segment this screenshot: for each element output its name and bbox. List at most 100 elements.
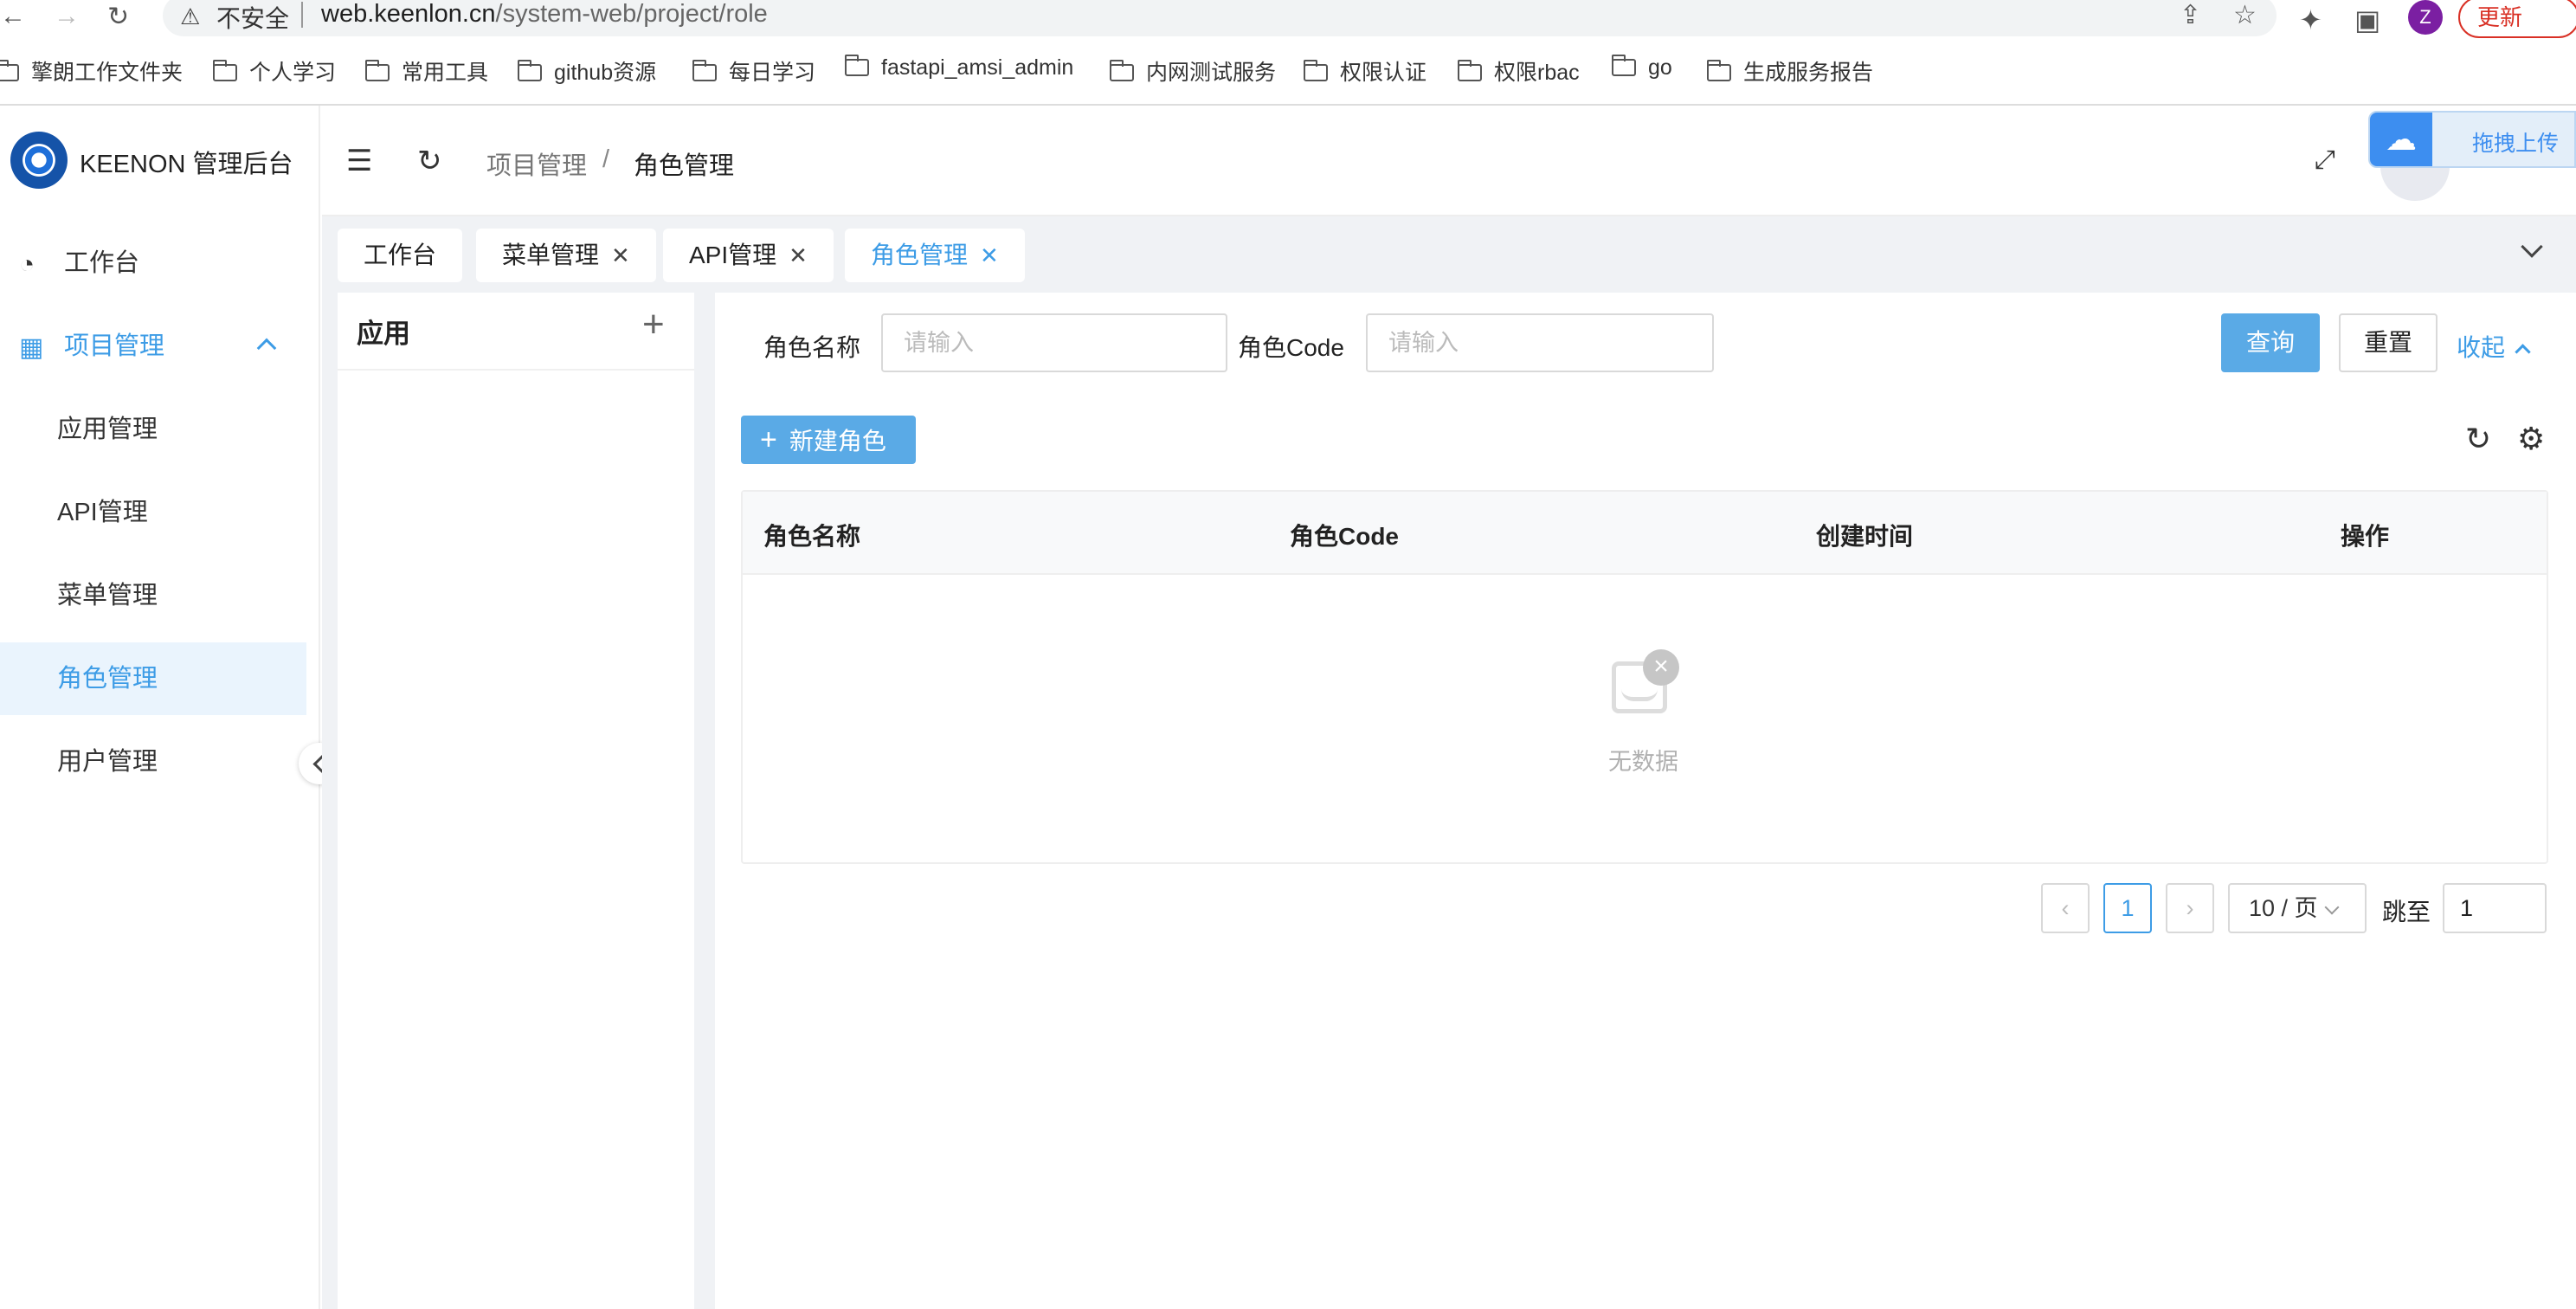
update-button[interactable]: 更新 bbox=[2458, 0, 2576, 38]
folder-icon bbox=[845, 55, 869, 76]
tab-label: 角色管理 bbox=[871, 242, 969, 268]
close-icon[interactable]: ✕ bbox=[789, 242, 808, 268]
folder-icon bbox=[692, 60, 717, 81]
roles-table: 角色名称 角色Code 创建时间 操作 × 无数据 bbox=[741, 490, 2548, 864]
jump-label: 跳至 bbox=[2382, 899, 2431, 925]
bookmark-folder[interactable]: 个人学习 bbox=[213, 55, 336, 87]
sidebar-item-roles[interactable]: 角色管理 bbox=[0, 642, 306, 715]
bookmark-folder[interactable]: github资源 bbox=[518, 55, 656, 87]
bookmark-label: go bbox=[1648, 55, 1672, 80]
bookmark-label: 擎朗工作文件夹 bbox=[31, 61, 184, 85]
breadcrumb-parent[interactable]: 项目管理 bbox=[486, 145, 587, 182]
reset-button[interactable]: 重置 bbox=[2339, 313, 2438, 372]
empty-x-icon: × bbox=[1643, 649, 1679, 686]
sidepanel-icon[interactable]: ▣ bbox=[2354, 3, 2380, 36]
grid-icon: ▦ bbox=[19, 333, 44, 362]
settings-gear-icon[interactable]: ⚙ bbox=[2517, 421, 2545, 457]
collapse-filters-button[interactable]: 收起 bbox=[2457, 329, 2531, 364]
bookmark-label: 生成服务报告 bbox=[1743, 61, 1874, 85]
back-icon[interactable]: ← bbox=[0, 2, 26, 31]
new-role-button[interactable]: + 新建角色 bbox=[741, 416, 916, 464]
tab-label: 工作台 bbox=[364, 242, 437, 268]
bookmarks-bar: 擎朗工作文件夹 个人学习 常用工具 github资源 每日学习 fastapi_… bbox=[0, 52, 2576, 90]
menu-fold-icon[interactable]: ☰ bbox=[346, 144, 372, 178]
extensions-icon[interactable]: ✦ bbox=[2299, 3, 2322, 36]
bookmark-label: fastapi_amsi_admin bbox=[881, 55, 1074, 80]
chevron-up-icon bbox=[256, 338, 277, 358]
upload-widget[interactable]: ☁ 拖拽上传 bbox=[2368, 111, 2576, 168]
bookmark-label: 权限认证 bbox=[1340, 61, 1427, 85]
profile-avatar[interactable]: Z bbox=[2408, 0, 2443, 35]
address-bar[interactable]: ⚠ 不安全 web.keenlon.cn/system-web/project/… bbox=[163, 0, 2277, 36]
tabs-bar: 工作台 菜单管理 ✕ API管理 ✕ 角色管理 ✕ bbox=[322, 216, 2576, 291]
folder-icon bbox=[518, 60, 542, 81]
tab-dashboard[interactable]: 工作台 bbox=[338, 229, 463, 282]
collapse-label: 收起 bbox=[2457, 334, 2506, 361]
page-number[interactable]: 1 bbox=[2103, 883, 2152, 933]
sidebar-item-menus[interactable]: 菜单管理 bbox=[0, 559, 306, 632]
forward-icon[interactable]: → bbox=[54, 2, 80, 31]
bookmark-folder[interactable]: 权限rbac bbox=[1458, 55, 1580, 87]
app-panel: 应用 + bbox=[338, 293, 694, 1309]
share-icon[interactable]: ⇪ bbox=[2180, 0, 2201, 30]
sidebar-group-project[interactable]: ▦ 项目管理 bbox=[0, 310, 306, 383]
bookmark-folder[interactable]: 权限认证 bbox=[1304, 55, 1426, 87]
close-icon[interactable]: ✕ bbox=[980, 242, 999, 268]
tab-roles[interactable]: 角色管理 ✕ bbox=[845, 229, 1025, 282]
fullscreen-icon[interactable]: ⤢ bbox=[2315, 145, 2335, 175]
sidebar-item-api[interactable]: API管理 bbox=[0, 476, 306, 549]
role-panel: 角色名称 请输入 角色Code 请输入 查询 重置 收起 + 新建角色 ↻ ⚙ 角… bbox=[715, 293, 2576, 1309]
folder-icon bbox=[1612, 55, 1636, 76]
page-size-select[interactable]: 10 / 页 bbox=[2228, 883, 2367, 933]
bookmark-folder[interactable]: 常用工具 bbox=[365, 55, 488, 87]
chevron-up-icon bbox=[2515, 344, 2531, 360]
bookmark-label: 每日学习 bbox=[729, 61, 816, 85]
tab-label: 菜单管理 bbox=[502, 242, 600, 268]
folder-icon bbox=[365, 60, 390, 81]
folder-icon bbox=[213, 60, 237, 81]
star-icon[interactable]: ☆ bbox=[2233, 0, 2257, 30]
folder-icon bbox=[1458, 60, 1482, 81]
sidebar-item-label: 项目管理 bbox=[64, 332, 165, 360]
tab-api[interactable]: API管理 ✕ bbox=[663, 229, 834, 282]
bookmark-label: 个人学习 bbox=[249, 61, 337, 85]
bookmark-folder[interactable]: 生成服务报告 bbox=[1707, 55, 1873, 87]
next-page-button[interactable]: › bbox=[2166, 883, 2214, 933]
bookmark-folder[interactable]: go bbox=[1612, 55, 1672, 81]
upload-label: 拖拽上传 bbox=[2472, 132, 2560, 156]
sidebar-item-users[interactable]: 用户管理 bbox=[0, 725, 306, 798]
new-role-label: 新建角色 bbox=[789, 428, 886, 455]
folder-icon bbox=[1304, 60, 1328, 81]
folder-icon bbox=[0, 60, 19, 81]
add-icon[interactable]: + bbox=[642, 303, 665, 346]
sidebar: KEENON 管理后台 ◔ 工作台 ▦ 项目管理 应用管理 API管理 菜单管理… bbox=[0, 106, 320, 1309]
role-code-label: 角色Code bbox=[1238, 334, 1344, 361]
table-refresh-icon[interactable]: ↻ bbox=[2465, 421, 2491, 457]
tab-menus[interactable]: 菜单管理 ✕ bbox=[476, 229, 656, 282]
sidebar-item-dashboard[interactable]: ◔ 工作台 bbox=[0, 227, 306, 300]
refresh-icon[interactable]: ↻ bbox=[417, 144, 442, 178]
role-code-input[interactable]: 请输入 bbox=[1366, 313, 1714, 372]
query-button[interactable]: 查询 bbox=[2221, 313, 2320, 372]
jump-page-input[interactable]: 1 bbox=[2443, 883, 2547, 933]
role-name-label: 角色名称 bbox=[763, 334, 861, 361]
bookmark-folder[interactable]: 擎朗工作文件夹 bbox=[0, 55, 183, 87]
bookmark-label: github资源 bbox=[554, 61, 657, 85]
chevron-down-icon bbox=[2324, 900, 2340, 915]
bookmark-folder[interactable]: 内网测试服务 bbox=[1110, 55, 1276, 87]
bookmark-folder[interactable]: 每日学习 bbox=[692, 55, 815, 87]
url-text[interactable]: web.keenlon.cn/system-web/project/role bbox=[321, 0, 768, 29]
page-size-value: 10 / 页 bbox=[2249, 895, 2318, 921]
prev-page-button[interactable]: ‹ bbox=[2041, 883, 2090, 933]
chevron-down-icon[interactable] bbox=[2521, 235, 2543, 258]
app-panel-title: 应用 bbox=[357, 319, 410, 349]
close-icon[interactable]: ✕ bbox=[611, 242, 630, 268]
reload-icon[interactable]: ↻ bbox=[107, 2, 129, 32]
folder-icon bbox=[1110, 60, 1134, 81]
column-header: 角色名称 bbox=[763, 523, 861, 550]
bookmark-folder[interactable]: fastapi_amsi_admin bbox=[845, 55, 1073, 81]
role-name-input[interactable]: 请输入 bbox=[881, 313, 1227, 372]
bookmark-label: 权限rbac bbox=[1494, 61, 1580, 85]
bookmark-label: 常用工具 bbox=[402, 61, 489, 85]
sidebar-item-apps[interactable]: 应用管理 bbox=[0, 393, 306, 466]
